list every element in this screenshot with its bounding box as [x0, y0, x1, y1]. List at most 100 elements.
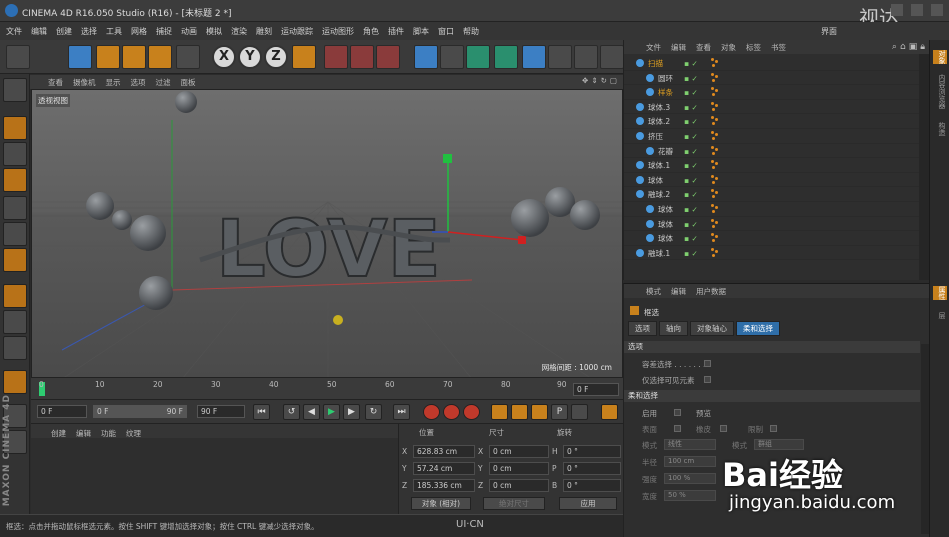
size-z-field[interactable]: 0 cm [489, 479, 549, 492]
pos-y-field[interactable]: 57.24 cm [413, 462, 475, 475]
minimize-icon[interactable] [891, 4, 903, 16]
tweak-mode-icon[interactable] [3, 310, 27, 334]
previous-key-icon[interactable]: ↺ [283, 404, 300, 420]
point-level-animation-icon[interactable] [571, 404, 588, 420]
move-tool-icon[interactable] [96, 45, 120, 69]
pos-z-field[interactable]: 185.336 cm [413, 479, 475, 492]
menu-window[interactable]: 窗口 [438, 26, 454, 37]
play-icon[interactable]: ▶ [323, 404, 340, 420]
rubber-checkbox[interactable] [720, 425, 727, 432]
menu-select[interactable]: 选择 [81, 26, 97, 37]
material-menu-create[interactable]: 创建 [51, 428, 66, 438]
restrict-checkbox[interactable] [770, 425, 777, 432]
menu-layout[interactable]: 界面 [821, 26, 837, 37]
object-name[interactable]: 融球.1 [648, 248, 670, 259]
cloner-icon[interactable] [494, 45, 518, 69]
axis-mode-icon[interactable] [3, 284, 27, 308]
visibility-check-icon[interactable]: ▪ ✓ [684, 220, 698, 229]
surface-checkbox[interactable] [674, 425, 681, 432]
next-key-icon[interactable]: ↻ [365, 404, 382, 420]
subdivision-surface-icon[interactable] [466, 45, 490, 69]
object-row[interactable]: 扫描 ▪ ✓ [624, 56, 920, 71]
object-name[interactable]: 球体.2 [648, 116, 670, 127]
rot-h-field[interactable]: 0 ° [563, 445, 621, 458]
object-row[interactable]: 挤压 ▪ ✓ [624, 129, 920, 144]
end-frame-field[interactable]: 90 F [197, 405, 245, 418]
menu-script[interactable]: 脚本 [413, 26, 429, 37]
light-icon[interactable] [600, 45, 624, 69]
object-menu-tags[interactable]: 标签 [746, 42, 761, 53]
render-picture-viewer-icon[interactable] [350, 45, 374, 69]
right-tab-content-browser[interactable]: 内容浏览器 [933, 74, 947, 109]
menu-snap[interactable]: 捕捉 [156, 26, 172, 37]
object-name[interactable]: 挤压 [648, 131, 663, 142]
visible-only-checkbox[interactable] [704, 376, 711, 383]
right-tab-layers[interactable]: 层 [933, 312, 947, 319]
object-name[interactable]: 球体 [658, 219, 673, 230]
object-name[interactable]: 球体 [658, 233, 673, 244]
coordinate-mode-dropdown[interactable]: 对象 (相对) [411, 497, 471, 510]
object-name[interactable]: 球体 [658, 204, 673, 215]
menu-plugins[interactable]: 插件 [388, 26, 404, 37]
attr-menu-mode[interactable]: 模式 [646, 286, 661, 297]
object-row[interactable]: 球体 ▪ ✓ [624, 202, 920, 217]
new-view-icon[interactable]: ▣ [909, 42, 918, 52]
menu-render[interactable]: 渲染 [231, 26, 247, 37]
material-menu-edit[interactable]: 编辑 [76, 428, 91, 438]
menu-mesh[interactable]: 网格 [131, 26, 147, 37]
menu-motion-tracking[interactable]: 运动跟踪 [281, 26, 313, 37]
camera-icon[interactable] [574, 45, 598, 69]
object-tag-icon[interactable] [711, 218, 721, 229]
autokey-icon[interactable] [443, 404, 460, 420]
apply-button[interactable]: 应用 [559, 497, 617, 510]
object-name[interactable]: 球体 [648, 175, 663, 186]
rot-p-field[interactable]: 0 ° [563, 462, 621, 475]
go-to-start-icon[interactable]: ⏮ [253, 404, 270, 420]
next-frame-icon[interactable]: ▶ [343, 404, 360, 420]
workplane-mode-icon[interactable] [3, 168, 27, 192]
section-options-header[interactable]: 选项 [624, 341, 920, 353]
x-axis-lock-button[interactable]: X [212, 45, 236, 69]
attribute-scrollbar[interactable] [921, 344, 929, 534]
size-mode-dropdown[interactable]: 绝对尺寸 [483, 497, 545, 510]
object-tag-icon[interactable] [711, 87, 721, 97]
rotate-tool-icon[interactable] [148, 45, 172, 69]
material-menu-function[interactable]: 功能 [101, 428, 116, 438]
lock-icon[interactable]: 🔒︎ [920, 42, 925, 52]
object-row[interactable]: 球体.1 ▪ ✓ [624, 158, 920, 173]
right-tab-objects[interactable]: 对象 [933, 50, 947, 64]
object-row[interactable]: 球体 ▪ ✓ [624, 217, 920, 232]
edges-mode-icon[interactable] [3, 222, 27, 246]
menu-character[interactable]: 角色 [363, 26, 379, 37]
scale-key-icon[interactable] [511, 404, 528, 420]
search-icon[interactable]: ⌕ [892, 42, 897, 52]
object-row[interactable]: 圆环 ▪ ✓ [624, 71, 920, 86]
object-row[interactable]: 融球.2 ▪ ✓ [624, 187, 920, 202]
attr-menu-userdata[interactable]: 用户数据 [696, 286, 726, 297]
tolerant-selection-checkbox[interactable] [704, 360, 711, 367]
recent-tool-icon[interactable] [176, 45, 200, 69]
home-icon[interactable]: ⌂ [900, 42, 906, 52]
falloff-mode-dropdown[interactable]: 线性 [664, 439, 716, 450]
strength-field[interactable]: 100 % [664, 473, 716, 484]
object-tag-icon[interactable] [711, 131, 721, 141]
object-row[interactable]: 融球.1 ▪ ✓ [624, 246, 920, 261]
mode-dropdown[interactable]: 群组 [754, 439, 804, 450]
visibility-check-icon[interactable]: ▪ ✓ [684, 161, 698, 170]
menu-simulate[interactable]: 模拟 [206, 26, 222, 37]
perspective-viewport[interactable]: LOVE 透视视图 网格间距 : 1000 cm [31, 89, 623, 378]
make-editable-icon[interactable] [3, 78, 27, 102]
previous-frame-icon[interactable]: ◀ [303, 404, 320, 420]
model-mode-icon[interactable] [3, 116, 27, 140]
visibility-check-icon[interactable]: ▪ ✓ [684, 147, 698, 156]
points-mode-icon[interactable] [3, 196, 27, 220]
object-tag-icon[interactable] [711, 174, 721, 185]
snap-icon[interactable] [3, 336, 27, 360]
object-tag-icon[interactable] [711, 72, 721, 83]
current-frame-field[interactable]: 0 F [573, 383, 619, 396]
object-tag-icon[interactable] [711, 116, 721, 126]
object-name[interactable]: 球体.3 [648, 102, 670, 113]
y-axis-lock-button[interactable]: Y [238, 45, 262, 69]
object-row[interactable]: 样条 ▪ ✓ [624, 85, 920, 100]
visibility-check-icon[interactable]: ▪ ✓ [684, 190, 698, 199]
